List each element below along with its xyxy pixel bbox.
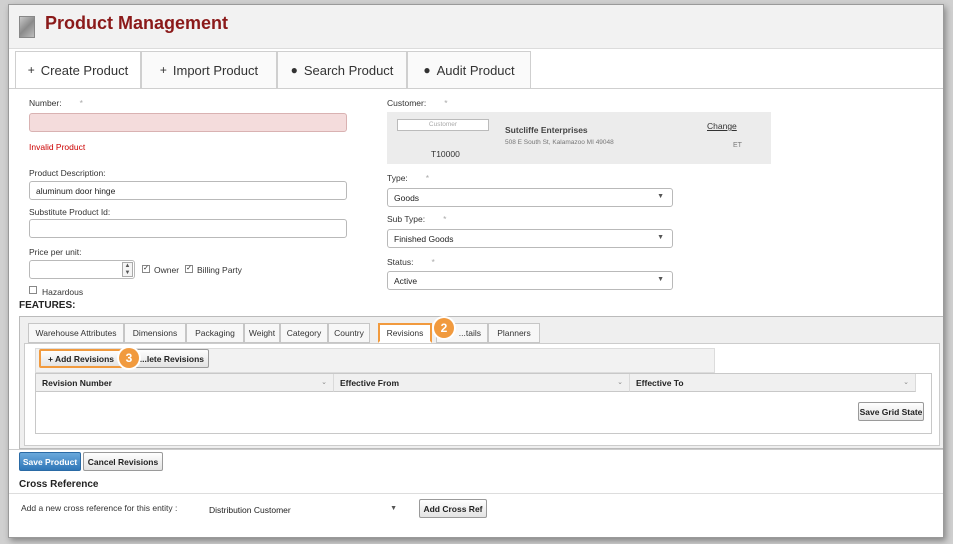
status-label: Status: * xyxy=(387,257,435,267)
tab-create-product[interactable]: + Create Product xyxy=(15,51,141,89)
customer-label: Customer: * xyxy=(387,98,448,108)
chevron-down-icon: ▼ xyxy=(390,505,397,512)
product-description-label: Product Description: xyxy=(29,168,106,178)
save-product-button[interactable]: Save Product xyxy=(19,452,81,471)
chevron-down-icon: ⌄ xyxy=(321,379,327,386)
chevron-down-icon: ▼ xyxy=(657,234,664,241)
tab-planners[interactable]: Planners xyxy=(488,323,540,343)
status-select[interactable]: Active ▼ xyxy=(387,271,673,290)
chevron-down-icon: ⌄ xyxy=(903,379,909,386)
tab-import-product[interactable]: + Import Product xyxy=(141,51,277,89)
column-header-effective-from[interactable]: Effective From ⌄ xyxy=(334,374,630,392)
price-field[interactable] xyxy=(29,260,135,279)
billing-party-label: Billing Party xyxy=(197,265,242,275)
app-header: Product Management xyxy=(9,5,943,49)
product-management-window: Product Management + Create Product + Im… xyxy=(8,4,944,538)
owner-label: Owner xyxy=(154,265,180,275)
price-stepper[interactable]: ▲ ▼ xyxy=(122,262,133,277)
type-label: Type: * xyxy=(387,173,430,183)
tab-label: Create Product xyxy=(40,62,129,78)
billing-party-checkbox[interactable]: ✓ xyxy=(185,265,193,273)
tab-category[interactable]: Category xyxy=(280,323,328,343)
tab-label: Search Product xyxy=(303,62,394,78)
plus-icon: + xyxy=(159,63,167,77)
tab-country[interactable]: Country xyxy=(328,323,370,343)
step-3-badge: 3 xyxy=(119,348,139,368)
customer-name: Sutcliffe Enterprises xyxy=(505,125,588,135)
tab-label: Audit Product xyxy=(436,62,515,78)
cross-reference-divider xyxy=(9,493,943,494)
revisions-grid: Revision Number ⌄ Effective From ⌄ Effecti… xyxy=(35,373,932,434)
column-header-revision-number[interactable]: Revision Number ⌄ xyxy=(36,374,334,392)
step-2-badge: 2 xyxy=(434,318,454,338)
chevron-down-icon: ▼ xyxy=(657,276,664,283)
owner-checkbox[interactable]: ✓ xyxy=(142,265,150,273)
chevron-down-icon: ▼ xyxy=(657,193,664,200)
tab-weight[interactable]: Weight xyxy=(244,323,280,343)
substitute-product-label: Substitute Product Id: xyxy=(29,207,111,217)
invalid-product-message: Invalid Product xyxy=(29,142,86,152)
subtype-select[interactable]: Finished Goods ▼ xyxy=(387,229,673,248)
customer-panel: Customer Sutcliffe Enterprises 508 E Sou… xyxy=(387,112,771,164)
cancel-revisions-button[interactable]: Cancel Revisions xyxy=(83,452,163,471)
customer-id: T10000 xyxy=(431,149,460,159)
cross-reference-prompt: Add a new cross reference for this entit… xyxy=(21,503,178,513)
features-title: FEATURES: xyxy=(19,300,76,311)
app-logo-icon xyxy=(19,16,35,38)
delete-revisions-button[interactable]: ...lete Revisions xyxy=(129,349,209,368)
substitute-product-field[interactable] xyxy=(29,219,347,238)
circle-icon: ● xyxy=(290,63,298,77)
tab-audit-product[interactable]: ● Audit Product xyxy=(407,51,531,89)
tab-divider xyxy=(9,88,943,89)
tab-packaging[interactable]: Packaging xyxy=(186,323,244,343)
hazardous-label: Hazardous xyxy=(42,287,84,297)
tab-warehouse-attributes[interactable]: Warehouse Attributes xyxy=(28,323,124,343)
page-title: Product Management xyxy=(45,13,229,33)
product-description-field[interactable]: aluminum door hinge xyxy=(29,181,347,200)
customer-address: 508 E South St, Kalamazoo MI 49048 xyxy=(505,139,614,146)
add-cross-ref-button[interactable]: Add Cross Ref xyxy=(419,499,487,518)
type-select[interactable]: Goods ▼ xyxy=(387,188,673,207)
save-grid-state-button[interactable]: Save Grid State xyxy=(858,402,924,421)
tab-dimensions[interactable]: Dimensions xyxy=(124,323,186,343)
circle-icon: ● xyxy=(423,63,431,77)
price-label: Price per unit: xyxy=(29,247,82,257)
tab-search-product[interactable]: ● Search Product xyxy=(277,51,407,89)
number-field[interactable] xyxy=(29,113,347,132)
cross-reference-title: Cross Reference xyxy=(19,479,99,490)
plus-icon: + xyxy=(27,63,35,77)
chevron-down-icon: ⌄ xyxy=(617,379,623,386)
subtype-label: Sub Type: * xyxy=(387,214,447,224)
add-revisions-button[interactable]: + Add Revisions xyxy=(39,349,123,368)
column-header-effective-to[interactable]: Effective To ⌄ xyxy=(630,374,916,392)
tab-label: Import Product xyxy=(172,62,259,78)
number-label: Number: * xyxy=(29,98,83,108)
customer-input[interactable]: Customer xyxy=(397,119,489,131)
customer-timezone: ET xyxy=(733,142,742,149)
section-divider xyxy=(9,449,943,450)
tab-revisions[interactable]: Revisions xyxy=(378,323,432,343)
cross-reference-select[interactable]: Distribution Customer ▼ xyxy=(203,501,405,520)
hazardous-checkbox[interactable] xyxy=(29,286,37,294)
change-customer-link[interactable]: Change xyxy=(707,121,737,131)
